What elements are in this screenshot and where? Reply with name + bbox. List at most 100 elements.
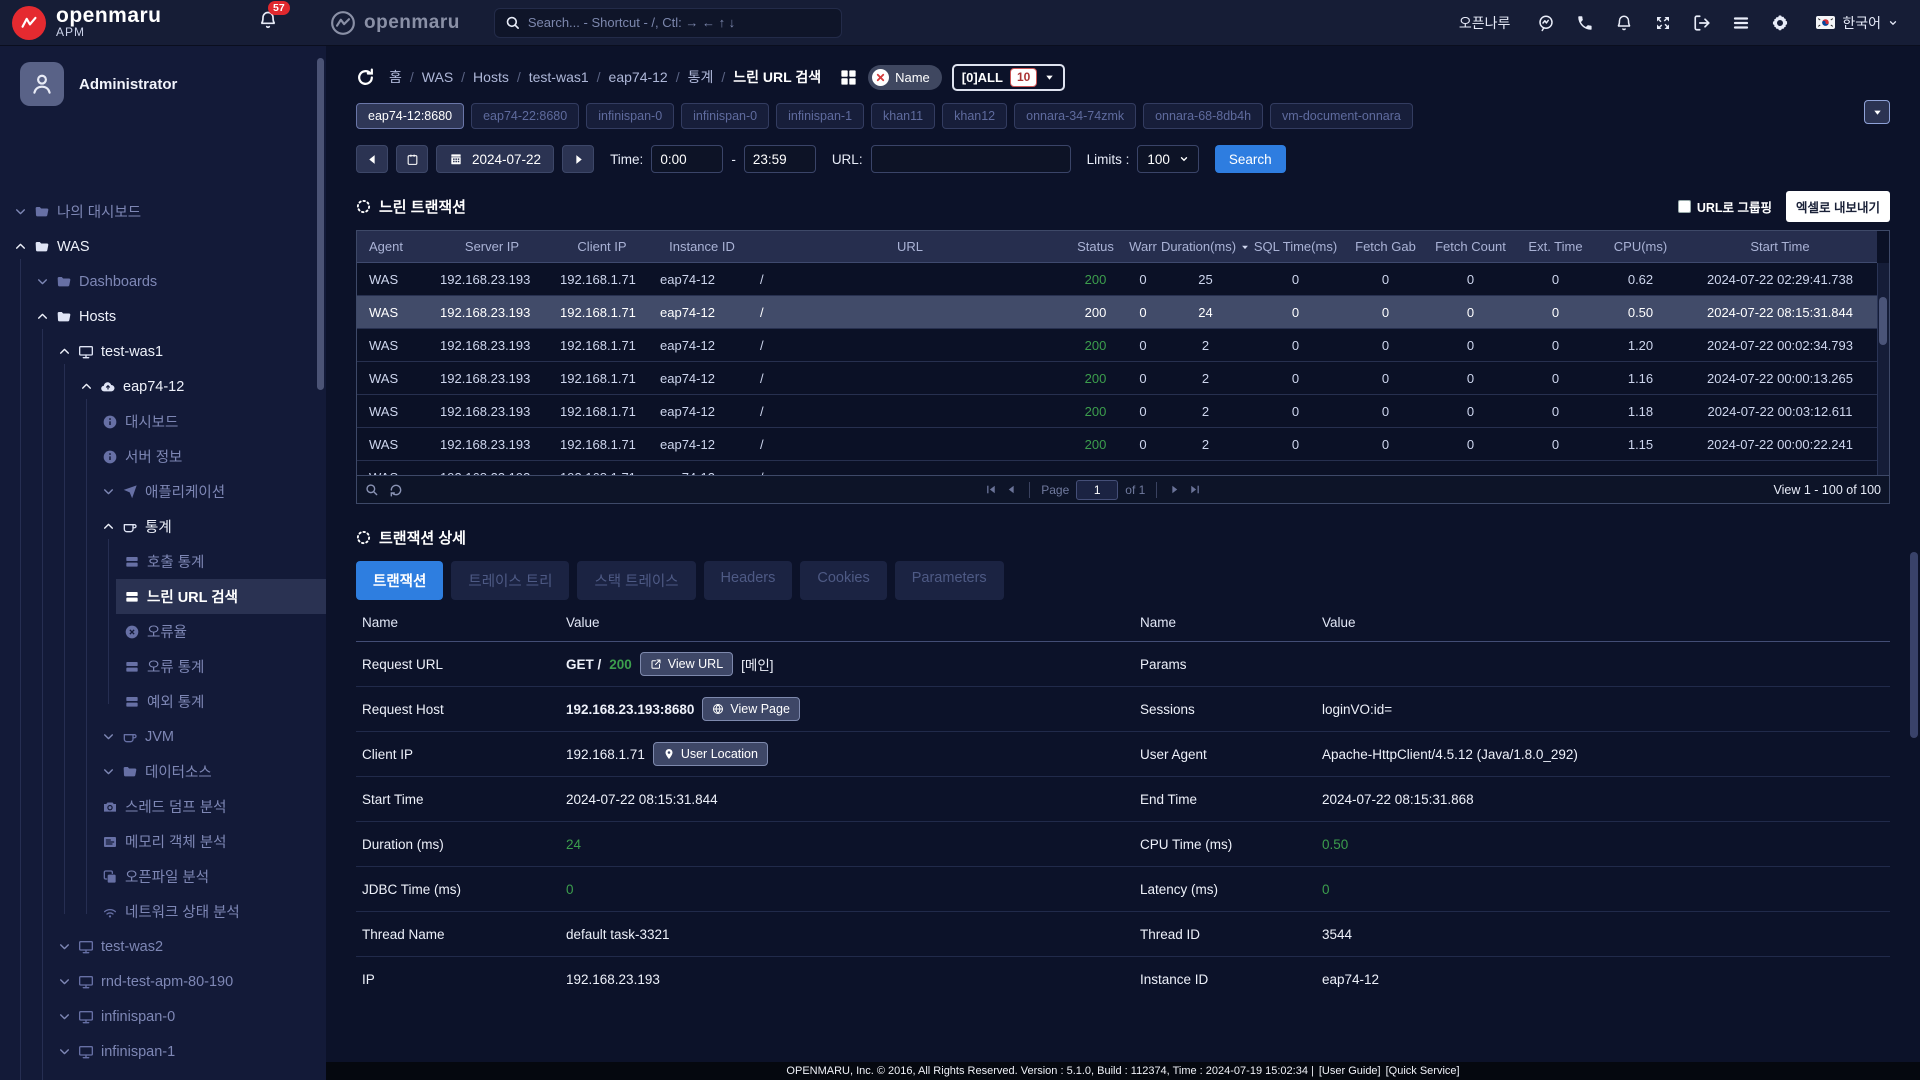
instance-tag[interactable]: eap74-22:8680 [471, 103, 579, 129]
sidebar-item-slow-url-search[interactable]: 느린 URL 검색 [0, 579, 326, 614]
sidebar-item-test-was1[interactable]: test-was1 [0, 334, 326, 369]
sidebar-scrollbar[interactable] [317, 58, 324, 390]
gear-icon[interactable] [1771, 14, 1789, 32]
global-search-input[interactable] [528, 15, 831, 30]
sidebar-item-server-info[interactable]: 서버 정보 [0, 439, 326, 474]
sidebar-item-error-rate[interactable]: 오류율 [0, 614, 326, 649]
sidebar-item-openfile[interactable]: 오픈파일 분석 [0, 859, 326, 894]
instance-tag[interactable]: infinispan-1 [776, 103, 864, 129]
crumb-test-was1[interactable]: test-was1 [529, 69, 589, 85]
sidebar-item-error-stats[interactable]: 오류 통계 [0, 649, 326, 684]
instance-tag[interactable]: onnara-68-8db4h [1143, 103, 1263, 129]
sidebar-item-memory-object[interactable]: 메모리 객체 분석 [0, 824, 326, 859]
page-last-icon[interactable] [1188, 483, 1201, 496]
tab-transaction[interactable]: 트랜잭션 [356, 561, 443, 600]
crumb-eap74-12[interactable]: eap74-12 [609, 69, 668, 85]
menu-icon[interactable] [1732, 14, 1750, 32]
transaction-row[interactable]: WAS192.168.23.193192.168.1.71eap74-12/20… [357, 263, 1877, 296]
notification-bell[interactable]: 57 [258, 10, 278, 35]
column-header[interactable]: Ext. Time [1513, 239, 1598, 254]
table-scrollbar[interactable] [1877, 263, 1889, 475]
view-url-button[interactable]: View URL [640, 652, 733, 676]
user-location-button[interactable]: User Location [653, 742, 768, 766]
sidebar-item-dashboards[interactable]: Dashboards [0, 264, 326, 299]
phone-icon[interactable] [1576, 14, 1594, 32]
transaction-row[interactable]: WAS192.168.23.193192.168.1.71eap74-12/ [357, 461, 1877, 475]
column-header[interactable]: URL [752, 239, 1068, 254]
grid-view-icon[interactable] [839, 68, 858, 87]
refresh-icon[interactable] [356, 68, 375, 87]
user-profile[interactable]: Administrator [0, 46, 326, 116]
sidebar-item-infinispan-0b[interactable]: infinispan-0 [0, 1069, 326, 1080]
sidebar-item-thread-dump[interactable]: 스레드 덤프 분석 [0, 789, 326, 824]
sidebar-item-call-stats[interactable]: 호출 통계 [0, 544, 326, 579]
sidebar-item-rnd-test-apm-80-190[interactable]: rnd-test-apm-80-190 [0, 964, 326, 999]
column-header[interactable]: CPU(ms) [1598, 239, 1683, 254]
sidebar-item-was[interactable]: WAS [0, 229, 326, 264]
prev-date-button[interactable] [356, 145, 388, 173]
instance-tag[interactable]: khan11 [871, 103, 935, 129]
search-button[interactable]: Search [1215, 145, 1286, 173]
sidebar-item-hosts[interactable]: Hosts [0, 299, 326, 334]
column-header[interactable]: Client IP [552, 239, 652, 254]
view-page-button[interactable]: View Page [702, 697, 800, 721]
logout-icon[interactable] [1693, 14, 1711, 32]
footer-user-guide-link[interactable]: [User Guide] [1319, 1065, 1381, 1077]
column-header[interactable]: Fetch Count [1428, 239, 1513, 254]
monitoring-icon[interactable] [1537, 14, 1555, 32]
collapse-panel-button[interactable] [1864, 100, 1890, 124]
alarm-bell-icon[interactable] [1615, 14, 1633, 32]
sidebar-item-exception-stats[interactable]: 예외 통계 [0, 684, 326, 719]
filter-all-dropdown[interactable]: [0]ALL 10 [952, 64, 1066, 91]
language-selector[interactable]: 한국어 [1816, 13, 1898, 33]
next-date-button[interactable] [562, 145, 594, 173]
sidebar-item-network-status[interactable]: 네트워크 상태 분석 [0, 894, 326, 929]
instance-tag[interactable]: khan12 [942, 103, 1007, 129]
tab-cookies[interactable]: Cookies [800, 561, 886, 600]
column-header[interactable]: Server IP [432, 239, 552, 254]
sidebar-item-infinispan-0[interactable]: infinispan-0 [0, 999, 326, 1034]
url-input[interactable] [871, 145, 1071, 173]
tab-headers[interactable]: Headers [704, 561, 793, 600]
time-from-input[interactable] [651, 145, 723, 173]
sidebar-item-datasource[interactable]: 데이터소스 [0, 754, 326, 789]
page-prev-icon[interactable] [1005, 483, 1018, 496]
crumb-hosts[interactable]: Hosts [473, 69, 509, 85]
transaction-row[interactable]: WAS192.168.23.193192.168.1.71eap74-12/20… [357, 362, 1877, 395]
tab-trace-tree[interactable]: 트레이스 트리 [451, 561, 569, 600]
magnifier-icon[interactable] [365, 483, 379, 497]
column-header[interactable]: Duration(ms) [1163, 239, 1248, 254]
transaction-row[interactable]: WAS192.168.23.193192.168.1.71eap74-12/20… [357, 395, 1877, 428]
instance-tag[interactable]: eap74-12:8680 [356, 103, 464, 129]
sidebar-item-test-was2[interactable]: test-was2 [0, 929, 326, 964]
column-header[interactable]: SQL Time(ms) [1248, 239, 1343, 254]
transaction-row[interactable]: WAS192.168.23.193192.168.1.71eap74-12/20… [357, 329, 1877, 362]
sidebar-item-eap74-12[interactable]: eap74-12 [0, 369, 326, 404]
page-next-icon[interactable] [1168, 483, 1181, 496]
sidebar-item-application[interactable]: 애플리케이션 [0, 474, 326, 509]
page-scrollbar[interactable] [1910, 552, 1918, 738]
sidebar-item-jvm[interactable]: JVM [0, 719, 326, 754]
remove-filter-icon[interactable] [872, 69, 889, 86]
transaction-row[interactable]: WAS192.168.23.193192.168.1.71eap74-12/20… [357, 296, 1877, 329]
column-header[interactable]: Start Time [1683, 239, 1877, 254]
export-excel-button[interactable]: 엑셀로 내보내기 [1786, 191, 1890, 222]
column-header[interactable]: Agent [357, 239, 432, 254]
column-header[interactable]: Fetch Gab [1343, 239, 1428, 254]
crumb-was[interactable]: WAS [422, 69, 453, 85]
instance-tag[interactable]: infinispan-0 [681, 103, 769, 129]
sidebar-item-my-dashboard[interactable]: 나의 대시보드 [0, 194, 326, 229]
tab-stack-trace[interactable]: 스택 트레이스 [577, 561, 695, 600]
time-to-input[interactable] [744, 145, 816, 173]
calendar-button[interactable] [396, 145, 428, 173]
date-display[interactable]: 2024-07-22 [436, 145, 554, 173]
sidebar-item-dashboard[interactable]: 대시보드 [0, 404, 326, 439]
transaction-row[interactable]: WAS192.168.23.193192.168.1.71eap74-12/20… [357, 428, 1877, 461]
footer-quick-service-link[interactable]: [Quick Service] [1386, 1065, 1460, 1077]
sidebar-item-statistics[interactable]: 통계 [0, 509, 326, 544]
page-input[interactable] [1076, 480, 1118, 500]
filter-name-pill[interactable]: Name [868, 65, 942, 90]
column-header[interactable]: Warr [1123, 239, 1163, 254]
crumb-home[interactable]: 홈 [389, 67, 402, 87]
sidebar-item-infinispan-1[interactable]: infinispan-1 [0, 1034, 326, 1069]
